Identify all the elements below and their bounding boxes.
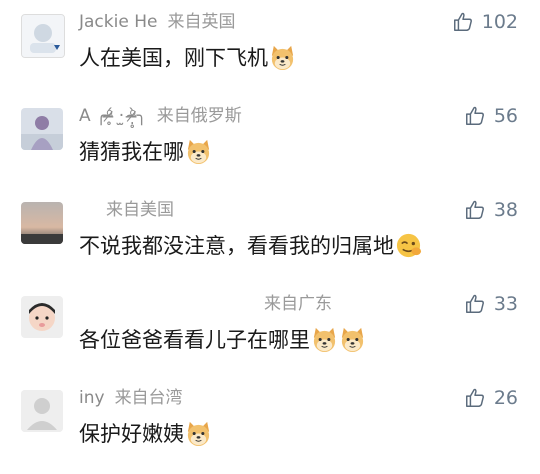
avatar[interactable] (21, 108, 63, 150)
comment-text-content: 猜猜我在哪 (79, 140, 184, 164)
location-label: 来自美国 (106, 200, 174, 220)
comment-text: 人在美国，刚下飞机 (79, 42, 296, 74)
doge-emoji-icon (339, 326, 366, 353)
comment-meta: A ╭ᵒ̴̶̷̥́ ·̫ ᵒ̴̶̷̣̥̀╮ 来自俄罗斯 (79, 103, 242, 129)
like-count: 102 (481, 11, 518, 33)
comment-text: 猜猜我在哪 (79, 136, 212, 168)
like-button[interactable]: 56 (464, 102, 518, 130)
comment-item: iny 来自台湾 保护好嫩姨 26 (0, 382, 540, 474)
thumbs-up-icon (464, 199, 486, 221)
comment-text-content: 保护好嫩姨 (79, 422, 184, 446)
comment-meta: 来自广东 (264, 291, 332, 317)
wink-emoji-icon (395, 232, 422, 259)
comment-text: 保护好嫩姨 (79, 418, 212, 450)
location-label: 来自台湾 (114, 388, 183, 408)
comment-text-content: 人在美国，刚下飞机 (79, 46, 268, 70)
comment-meta: iny 来自台湾 (79, 385, 183, 411)
like-count: 56 (493, 105, 518, 127)
like-button[interactable]: 38 (464, 196, 518, 224)
avatar[interactable] (21, 296, 63, 338)
comment-item: A ╭ᵒ̴̶̷̥́ ·̫ ᵒ̴̶̷̣̥̀╮ 来自俄罗斯 猜猜我在哪 56 (0, 100, 540, 192)
thumbs-up-icon (452, 11, 474, 33)
like-count: 26 (493, 387, 518, 409)
location-label: 来自英国 (167, 12, 236, 32)
like-button[interactable]: 26 (464, 384, 518, 412)
comment-text: 不说我都没注意，看看我的归属地 (79, 230, 422, 262)
like-button[interactable]: 102 (452, 8, 518, 36)
comment-text: 各位爸爸看看儿子在哪里 (79, 324, 366, 356)
like-button[interactable]: 33 (464, 290, 518, 318)
thumbs-up-icon (464, 105, 486, 127)
username[interactable]: iny (79, 388, 105, 408)
comment-meta: 来自美国 (106, 197, 174, 223)
comment-text-content: 各位爸爸看看儿子在哪里 (79, 328, 310, 352)
comment-item: Jackie He 来自英国 人在美国，刚下飞机 102 (0, 6, 540, 98)
doge-emoji-icon (311, 326, 338, 353)
doge-emoji-icon (185, 420, 212, 447)
like-count: 33 (493, 293, 518, 315)
location-label: 来自广东 (264, 294, 332, 314)
thumbs-up-icon (464, 387, 486, 409)
avatar[interactable] (21, 202, 63, 244)
avatar[interactable] (21, 390, 63, 432)
username[interactable]: Jackie He (79, 12, 157, 32)
avatar[interactable] (21, 14, 65, 58)
thumbs-up-icon (464, 293, 486, 315)
doge-emoji-icon (185, 138, 212, 165)
username[interactable]: A ╭ᵒ̴̶̷̥́ ·̫ ᵒ̴̶̷̣̥̀╮ (79, 106, 147, 126)
comment-item: 来自美国 不说我都没注意，看看我的归属地 38 (0, 194, 540, 286)
doge-emoji-icon (269, 44, 296, 71)
comment-text-content: 不说我都没注意，看看我的归属地 (79, 234, 394, 258)
location-label: 来自俄罗斯 (156, 106, 242, 126)
like-count: 38 (493, 199, 518, 221)
comment-item: 来自广东 各位爸爸看看儿子在哪里 33 (0, 288, 540, 380)
comment-meta: Jackie He 来自英国 (79, 9, 235, 35)
